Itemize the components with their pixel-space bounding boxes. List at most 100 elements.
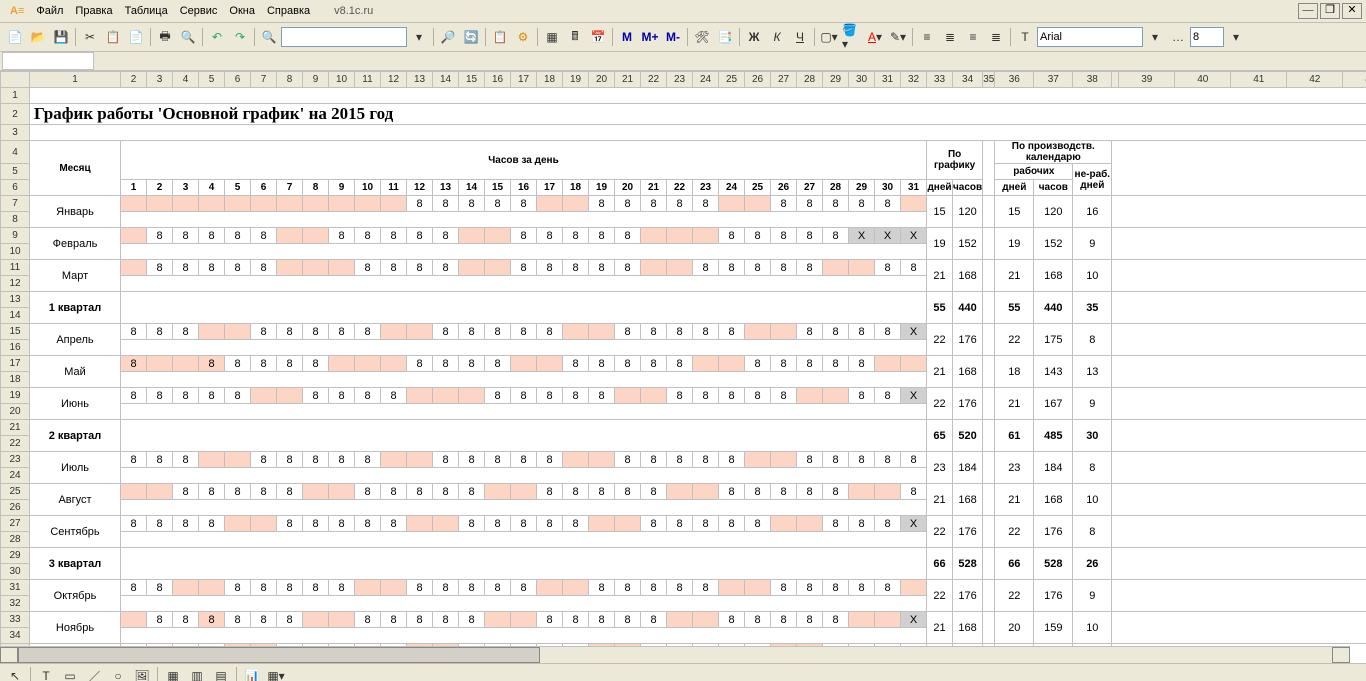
day-cell[interactable]: 8 xyxy=(745,356,771,372)
redo-icon[interactable]: ↷ xyxy=(229,26,251,48)
day-cell[interactable]: 8 xyxy=(797,580,823,596)
day-cell[interactable]: 8 xyxy=(511,228,537,244)
row-header[interactable]: 32 xyxy=(1,596,30,612)
day-cell[interactable]: 8 xyxy=(719,260,745,276)
col-header[interactable]: 35 xyxy=(983,72,995,88)
col-header[interactable]: 9 xyxy=(303,72,329,88)
row-header[interactable]: 23 xyxy=(1,452,30,468)
day-cell-off[interactable] xyxy=(173,356,199,372)
day-cell[interactable]: 8 xyxy=(693,388,719,404)
day-cell[interactable]: 8 xyxy=(251,228,277,244)
day-cell[interactable]: 8 xyxy=(719,324,745,340)
day-cell[interactable]: 8 xyxy=(771,580,797,596)
day-cell-off[interactable] xyxy=(641,228,667,244)
row-header[interactable]: 12 xyxy=(1,276,30,292)
day-cell[interactable]: 8 xyxy=(563,388,589,404)
horizontal-scrollbar[interactable] xyxy=(0,646,1350,663)
new-icon[interactable]: 📄 xyxy=(4,26,26,48)
row-header[interactable]: 26 xyxy=(1,500,30,516)
day-cell[interactable]: 8 xyxy=(641,612,667,628)
col-header[interactable]: 7 xyxy=(251,72,277,88)
day-cell[interactable]: 8 xyxy=(719,388,745,404)
day-cell[interactable]: 8 xyxy=(511,580,537,596)
day-cell[interactable]: 8 xyxy=(745,388,771,404)
col-header[interactable]: 24 xyxy=(693,72,719,88)
col-header[interactable]: 25 xyxy=(719,72,745,88)
dropdown-icon[interactable]: ▾ xyxy=(408,26,430,48)
day-cell-off[interactable] xyxy=(589,516,615,532)
day-cell[interactable]: 8 xyxy=(251,580,277,596)
day-cell[interactable]: 8 xyxy=(537,612,563,628)
day-cell-off[interactable] xyxy=(433,388,459,404)
row-header[interactable]: 9 xyxy=(1,228,30,244)
day-cell[interactable]: 8 xyxy=(225,484,251,500)
day-cell-off[interactable] xyxy=(381,196,407,212)
day-cell-off[interactable] xyxy=(849,484,875,500)
menu-windows[interactable]: Окна xyxy=(223,5,261,17)
day-cell[interactable]: 8 xyxy=(303,452,329,468)
day-cell-off[interactable] xyxy=(407,324,433,340)
day-cell[interactable]: 8 xyxy=(693,324,719,340)
day-cell[interactable]: 8 xyxy=(485,324,511,340)
day-cell-off[interactable] xyxy=(381,356,407,372)
day-cell[interactable]: 8 xyxy=(797,484,823,500)
day-cell[interactable]: 8 xyxy=(875,580,901,596)
day-cell[interactable]: 8 xyxy=(459,356,485,372)
align-left-icon[interactable]: ≡ xyxy=(916,26,938,48)
day-cell[interactable]: 8 xyxy=(355,484,381,500)
day-cell[interactable]: 8 xyxy=(459,196,485,212)
day-cell[interactable]: 8 xyxy=(433,484,459,500)
col-header[interactable]: 33 xyxy=(927,72,953,88)
day-cell[interactable]: 8 xyxy=(225,388,251,404)
day-cell[interactable]: 8 xyxy=(173,484,199,500)
day-cell-off[interactable] xyxy=(329,356,355,372)
align-right-icon[interactable]: ≡ xyxy=(962,26,984,48)
day-cell-off[interactable] xyxy=(199,196,225,212)
day-cell[interactable]: 8 xyxy=(407,484,433,500)
replace-icon[interactable]: 🔄 xyxy=(460,26,482,48)
day-cell[interactable]: 8 xyxy=(147,516,173,532)
day-cell[interactable]: 8 xyxy=(797,260,823,276)
day-cell[interactable]: 8 xyxy=(329,452,355,468)
day-cell-off[interactable] xyxy=(199,580,225,596)
day-cell[interactable]: 8 xyxy=(277,580,303,596)
day-cell[interactable]: 8 xyxy=(433,228,459,244)
day-cell-off[interactable] xyxy=(667,228,693,244)
day-cell-off[interactable] xyxy=(901,356,927,372)
font-dropdown-icon[interactable]: ▾ xyxy=(1144,26,1166,48)
day-cell[interactable]: 8 xyxy=(173,388,199,404)
day-cell[interactable]: 8 xyxy=(615,356,641,372)
day-cell[interactable]: 8 xyxy=(745,260,771,276)
day-cell[interactable]: 8 xyxy=(433,260,459,276)
row-header[interactable]: 33 xyxy=(1,612,30,628)
grid1-icon[interactable]: ▦ xyxy=(162,665,184,681)
day-cell-off[interactable] xyxy=(563,324,589,340)
day-cell[interactable]: 8 xyxy=(433,196,459,212)
day-cell[interactable]: 8 xyxy=(875,452,901,468)
day-cell[interactable]: 8 xyxy=(771,356,797,372)
col-header[interactable]: 39 xyxy=(1119,72,1175,88)
day-cell[interactable]: 8 xyxy=(511,388,537,404)
cut-icon[interactable]: ✂ xyxy=(79,26,101,48)
font-color-icon[interactable]: А▾ xyxy=(864,26,886,48)
day-cell-off[interactable] xyxy=(121,612,147,628)
day-cell[interactable]: 8 xyxy=(589,580,615,596)
day-cell[interactable]: 8 xyxy=(745,484,771,500)
day-cell[interactable]: 8 xyxy=(823,580,849,596)
row-header[interactable]: 15 xyxy=(1,324,30,340)
open-icon[interactable]: 📂 xyxy=(27,26,49,48)
menu-table[interactable]: Таблица xyxy=(119,5,174,17)
day-cell-off[interactable] xyxy=(485,484,511,500)
col-header[interactable]: 27 xyxy=(771,72,797,88)
preview-icon[interactable]: 🔍 xyxy=(177,26,199,48)
font-size-input[interactable] xyxy=(1190,27,1224,47)
day-cell[interactable]: 8 xyxy=(251,356,277,372)
day-cell[interactable]: 8 xyxy=(875,324,901,340)
day-cell[interactable]: 8 xyxy=(537,388,563,404)
underline-icon[interactable]: Ч xyxy=(789,26,811,48)
chart-icon[interactable]: 📊 xyxy=(241,665,263,681)
day-cell[interactable]: 8 xyxy=(615,324,641,340)
day-cell[interactable]: 8 xyxy=(199,516,225,532)
font-name-input[interactable] xyxy=(1037,27,1143,47)
day-cell[interactable]: 8 xyxy=(589,356,615,372)
